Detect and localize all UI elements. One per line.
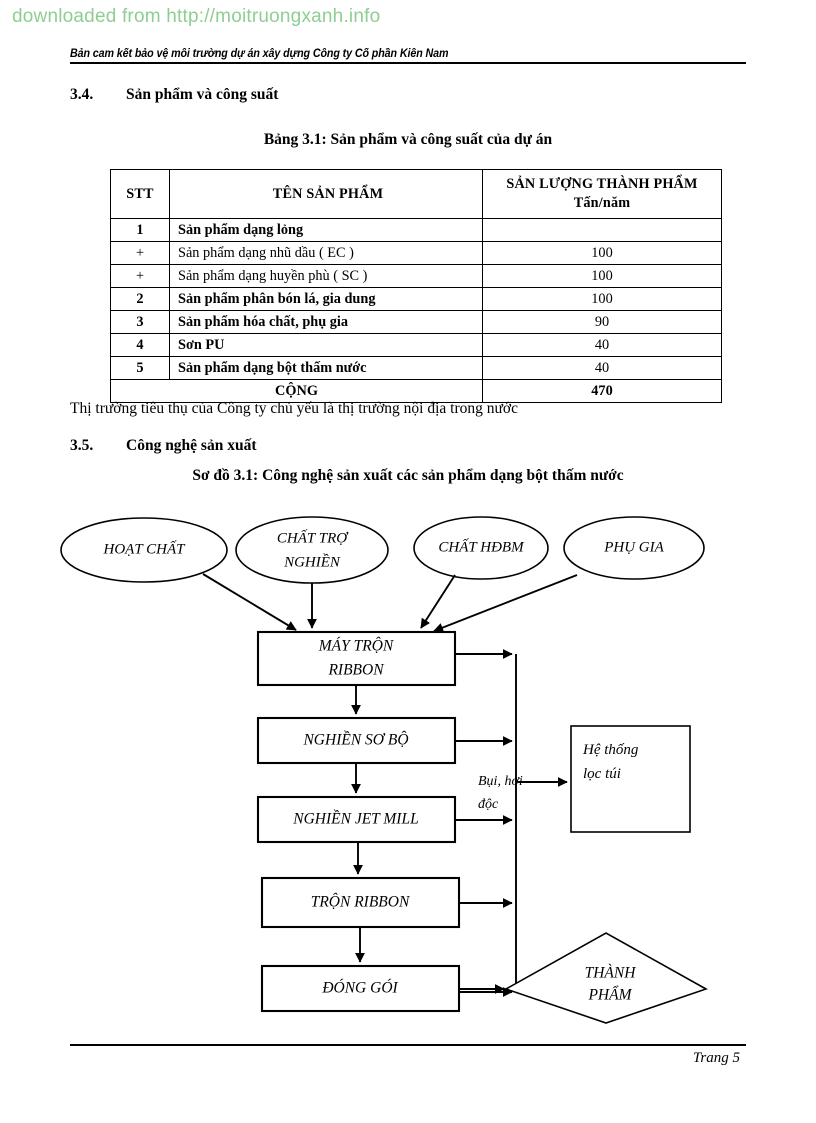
watermark-text: downloaded from http://moitruongxanh.inf… [12, 6, 381, 27]
output-node-thanh-pham: THÀNH PHẨM [504, 932, 708, 1024]
document-footer: Trang 5 [70, 1044, 746, 1067]
section-number-3-5: 3.5. [70, 437, 94, 454]
cell-product-name: Sản phẩm dạng bột thấm nước [169, 356, 483, 381]
edge-phu-gia-to-mixer [433, 574, 578, 633]
section-title-3-5: Công nghệ sản xuất [126, 437, 257, 454]
filter-label-line1: Hệ thống [582, 742, 639, 758]
input-node-chat-tro-nghien: CHẤT TRỢ NGHIỀN [235, 516, 389, 584]
column-header-output-unit: Tấn/năm [573, 195, 631, 212]
column-header-output: SẢN LƯỢNG THÀNH PHẨM Tấn/năm [482, 168, 722, 220]
cell-product-name: Sản phẩm dạng huyền phù ( SC ) [169, 264, 483, 289]
cell-product-name: Sản phẩm dạng nhũ dầu ( EC ) [169, 241, 483, 266]
filter-label-line2: lọc túi [583, 766, 621, 782]
table-head: STT TÊN SẢN PHẨM SẢN LƯỢNG THÀNH PHẨM Tấ… [110, 168, 722, 220]
process-label-dong-goi: ĐÓNG GÓI [321, 980, 398, 997]
edge-chat-hdbm-to-mixer [420, 574, 456, 629]
table-row: 5 Sản phẩm dạng bột thấm nước 40 [110, 356, 722, 381]
cell-output-qty: 40 [482, 356, 722, 381]
process-node-may-tron-ribbon: MÁY TRỘN RIBBON [256, 630, 457, 687]
section-heading-3-5: 3.5. Công nghệ sản xuất [70, 437, 257, 455]
input-node-chat-hdbm: CHẤT HĐBM [413, 516, 549, 580]
production-flow-diagram: HOẠT CHẤT CHẤT TRỢ NGHIỀN CHẤT HĐBM PHỤ … [0, 495, 816, 1035]
input-label-chat-tro-nghien-line1: CHẤT TRỢ [277, 529, 349, 546]
process-node-nghien-so-bo: NGHIỀN SƠ BỘ [256, 716, 457, 765]
table-row: + Sản phẩm dạng nhũ dầu ( EC ) 100 [110, 241, 722, 266]
cell-stt: 5 [110, 356, 170, 381]
process-label-nghien-jet-mill: NGHIỀN JET MILL [292, 811, 418, 828]
cell-output-qty: 100 [482, 241, 722, 266]
cell-stt: 3 [110, 310, 170, 335]
document-header: Bản cam kết bảo vệ môi trường dự án xây … [70, 48, 746, 64]
column-header-stt: STT [110, 168, 170, 220]
table-row: 1 Sản phẩm dạng lỏng [110, 218, 722, 243]
cell-product-name: Sơn PU [169, 333, 483, 358]
process-label-tron-ribbon: TRỘN RIBBON [311, 894, 411, 911]
diagram-caption: Sơ đồ 3.1: Công nghệ sản xuất các sản ph… [192, 467, 624, 484]
emission-label-line2: độc [478, 797, 499, 812]
page-number: Trang 5 [692, 1050, 740, 1066]
cell-output-qty: 90 [482, 310, 722, 335]
column-header-product: TÊN SẢN PHẨM [169, 168, 483, 220]
process-label-nghien-so-bo: NGHIỀN SƠ BỘ [302, 732, 408, 749]
cell-product-name: Sản phẩm hóa chất, phụ gia [169, 310, 483, 335]
cell-output-qty: 100 [482, 264, 722, 289]
input-label-chat-tro-nghien-line2: NGHIỀN [283, 553, 341, 570]
cell-total-value: 470 [482, 379, 722, 404]
cell-product-name: Sản phẩm phân bón lá, gia dung [169, 287, 483, 312]
section-heading-3-4: 3.4. Sản phẩm và công suất [70, 86, 278, 104]
cell-stt: 4 [110, 333, 170, 358]
output-label-line2: PHẨM [587, 986, 632, 1004]
table-row: 4 Sơn PU 40 [110, 333, 722, 358]
cell-stt: 2 [110, 287, 170, 312]
process-node-nghien-jet-mill: NGHIỀN JET MILL [256, 795, 457, 844]
process-label-may-tron-ribbon-line1: MÁY TRỘN [318, 638, 395, 655]
cell-stt: + [110, 264, 170, 289]
cell-stt: 1 [110, 218, 170, 243]
input-node-phu-gia: PHỤ GIA [563, 516, 705, 580]
emission-label-line1: Bụi, hơi [478, 774, 523, 789]
table-body: 1 Sản phẩm dạng lỏng + Sản phẩm dạng nhũ dầ… [110, 218, 722, 404]
footer-divider [70, 1044, 746, 1046]
process-node-tron-ribbon: TRỘN RIBBON [260, 876, 461, 929]
process-node-dong-goi: ĐÓNG GÓI [260, 964, 461, 1013]
market-paragraph: Thị trường tiêu thụ của Công ty chủ yếu … [70, 400, 518, 417]
cell-stt: + [110, 241, 170, 266]
treatment-node-bag-filter: Hệ thống lọc túi [570, 725, 691, 833]
input-label-phu-gia: PHỤ GIA [603, 539, 664, 555]
input-label-hoat-chat: HOẠT CHẤT [103, 540, 187, 557]
output-label-line1: THÀNH [585, 965, 637, 982]
products-table: STT TÊN SẢN PHẨM SẢN LƯỢNG THÀNH PHẨM Tấ… [110, 168, 722, 404]
table-row: + Sản phẩm dạng huyền phù ( SC ) 100 [110, 264, 722, 289]
column-header-output-line1: SẢN LƯỢNG THÀNH PHẨM [506, 176, 698, 192]
cell-output-qty: 100 [482, 287, 722, 312]
section-number-3-4: 3.4. [70, 86, 94, 103]
table-row: 3 Sản phẩm hóa chất, phụ gia 90 [110, 310, 722, 335]
cell-product-name: Sản phẩm dạng lỏng [169, 218, 483, 243]
section-title-3-4: Sản phẩm và công suất [126, 86, 279, 103]
table-caption: Bảng 3.1: Sản phẩm và công suất của dự á… [263, 131, 553, 148]
input-node-hoat-chat: HOẠT CHẤT [60, 517, 228, 583]
running-title: Bản cam kết bảo vệ môi trường dự án xây … [70, 48, 449, 60]
table-row: 2 Sản phẩm phân bón lá, gia dung 100 [110, 287, 722, 312]
edge-hoat-chat-to-mixer [202, 573, 297, 631]
input-label-chat-hdbm: CHẤT HĐBM [438, 538, 525, 555]
cell-output-qty [482, 218, 722, 243]
cell-output-qty: 40 [482, 333, 722, 358]
header-divider [70, 62, 746, 64]
process-label-may-tron-ribbon-line2: RIBBON [327, 662, 385, 679]
table-header-row: STT TÊN SẢN PHẨM SẢN LƯỢNG THÀNH PHẨM Tấ… [110, 168, 722, 220]
